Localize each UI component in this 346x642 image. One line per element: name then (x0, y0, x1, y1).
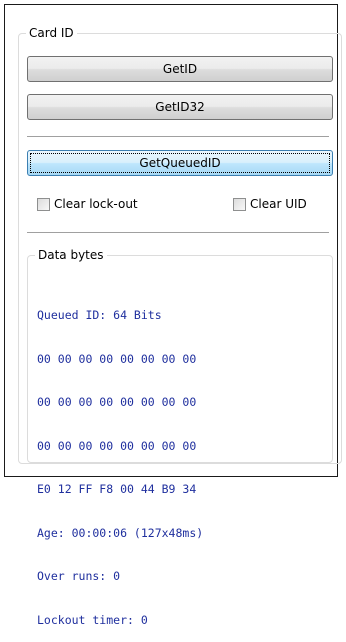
data-line: Over runs: 0 (37, 569, 121, 583)
data-line: 00 00 00 00 00 00 00 00 (37, 438, 197, 453)
separator (27, 136, 329, 138)
data-line: 00 00 00 00 00 00 00 00 (37, 395, 197, 409)
checkbox-icon[interactable] (233, 197, 246, 211)
clear-uid-label: Clear UID (250, 197, 307, 211)
data-bytes-readout: Queued ID: 64 Bits 00 00 00 00 00 00 00 … (37, 279, 203, 642)
clear-uid-checkbox[interactable]: Clear UID (233, 197, 307, 211)
card-id-group-title: Card ID (26, 25, 77, 41)
get-id-button[interactable]: GetID (27, 56, 333, 82)
get-id32-button[interactable]: GetID32 (27, 94, 333, 120)
data-line: E0 12 FF F8 00 44 B9 34 (37, 482, 197, 496)
data-line: Queued ID: 64 Bits (37, 308, 162, 322)
data-line: Age: 00:00:06 (127x48ms) (37, 525, 204, 540)
data-line: Lockout timer: 0 (37, 612, 148, 627)
checkbox-icon[interactable] (37, 197, 50, 211)
separator (27, 232, 329, 234)
clear-lockout-label: Clear lock-out (54, 197, 138, 211)
get-queued-id-button[interactable]: GetQueuedID (27, 150, 333, 176)
data-line: 00 00 00 00 00 00 00 00 (37, 351, 197, 366)
clear-lockout-checkbox[interactable]: Clear lock-out (37, 197, 138, 211)
data-bytes-title: Data bytes (35, 247, 107, 263)
